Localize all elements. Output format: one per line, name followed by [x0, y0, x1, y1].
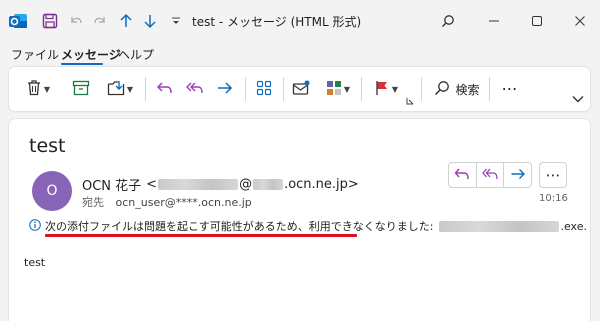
expand-ribbon-button[interactable]: [569, 77, 587, 121]
highlight-underline: [45, 234, 357, 237]
redacted-sender-subdomain: [253, 179, 284, 190]
avatar[interactable]: O: [32, 171, 72, 211]
ribbon-separator: [489, 77, 490, 101]
message-time: 10:16: [539, 193, 568, 204]
active-tab-indicator: [61, 63, 103, 65]
chevron-down-icon: ▼: [126, 84, 134, 94]
avatar-initial: O: [46, 183, 58, 199]
search-label: 検索: [455, 82, 480, 97]
outlook-icon: [8, 11, 28, 31]
message-subject: test: [29, 135, 66, 157]
archive-icon: [72, 80, 90, 99]
info-icon: [29, 218, 41, 234]
forward-button[interactable]: [213, 67, 237, 111]
reply-all-icon: [482, 167, 498, 184]
reply-button[interactable]: [153, 67, 177, 111]
sender-domain: .ocn.ne.jp>: [284, 177, 359, 192]
mark-unread-button[interactable]: [289, 67, 313, 111]
menu-message[interactable]: メッセージ: [61, 46, 121, 63]
redacted-attachment-name: [439, 220, 560, 232]
delete-icon: [26, 79, 42, 99]
sender-line[interactable]: OCN 花子 < @ .ocn.ne.jp>: [82, 175, 359, 194]
reply-action-group: [448, 162, 532, 188]
reply-all-icon: [186, 80, 204, 99]
ribbon-separator: [245, 77, 246, 101]
sender-at: @: [239, 177, 253, 192]
apps-icon: [256, 80, 272, 99]
move-button[interactable]: ▼: [101, 67, 139, 111]
to-address[interactable]: ocn_user@****.ocn.ne.jp: [116, 196, 252, 209]
previous-item-icon[interactable]: [116, 11, 136, 31]
ribbon: ▼ ▼ ▼ ▼ 検索 ⋯: [9, 67, 590, 111]
mark-unread-icon: [292, 80, 310, 99]
ribbon-separator: [145, 77, 146, 101]
more-icon: ⋯: [545, 166, 561, 184]
to-label: 宛先: [82, 196, 104, 209]
title-bar: test - メッセージ (HTML 形式): [0, 0, 600, 42]
chevron-down-icon: [572, 92, 584, 106]
more-icon: ⋯: [501, 79, 519, 98]
ribbon-separator: [283, 77, 284, 101]
more-commands-button[interactable]: ⋯: [497, 67, 523, 111]
launcher-icon: [406, 94, 414, 108]
categorize-button[interactable]: ▼: [319, 67, 357, 111]
reply-icon: [156, 80, 174, 99]
apps-button[interactable]: [251, 67, 277, 111]
redacted-sender-local: [158, 179, 239, 190]
attachment-warning: 次の添付ファイルは問題を起こす可能性があるため、利用できなくなりました: .ex…: [29, 218, 587, 234]
reply-icon: [454, 167, 470, 184]
move-icon: [107, 80, 125, 99]
close-icon[interactable]: [570, 11, 590, 31]
search-icon: [434, 80, 450, 99]
forward-icon: [216, 80, 234, 99]
message-body: test: [24, 256, 46, 269]
ribbon-group-launcher[interactable]: [405, 67, 415, 111]
window-title: test - メッセージ (HTML 形式): [192, 15, 362, 29]
chevron-down-icon: ▼: [43, 84, 51, 94]
attachment-warning-text: 次の添付ファイルは問題を起こす可能性があるため、利用できなくなりました:: [45, 220, 434, 233]
attachment-extension: .exe.: [560, 219, 587, 233]
categorize-icon: [326, 80, 342, 99]
next-item-icon[interactable]: [140, 11, 160, 31]
redo-icon[interactable]: [90, 11, 110, 31]
search-button[interactable]: 検索: [429, 67, 485, 111]
flag-icon: [374, 80, 390, 99]
ribbon-separator: [361, 77, 362, 101]
sender-bracket-open: <: [146, 177, 158, 192]
forward-icon: [510, 167, 526, 184]
more-actions-button[interactable]: ⋯: [539, 162, 567, 188]
save-icon[interactable]: [40, 11, 60, 31]
menu-file[interactable]: ファイル: [11, 46, 59, 63]
menu-help[interactable]: ヘルプ: [118, 46, 154, 63]
flag-button[interactable]: ▼: [367, 67, 405, 111]
customize-toolbar-icon[interactable]: [168, 11, 184, 31]
chevron-down-icon: ▼: [391, 84, 399, 94]
sender-name: OCN 花子: [82, 179, 142, 194]
reading-pane: test O OCN 花子 < @ .ocn.ne.jp> 宛先 ocn_use…: [9, 119, 590, 321]
delete-button[interactable]: ▼: [19, 67, 57, 111]
reply-all-button[interactable]: [477, 163, 505, 187]
chevron-down-icon: ▼: [343, 84, 351, 94]
undo-icon[interactable]: [66, 11, 86, 31]
ribbon-separator: [421, 77, 422, 101]
search-icon[interactable]: [438, 11, 458, 31]
reply-button[interactable]: [449, 163, 477, 187]
menu-bar: ファイル メッセージ ヘルプ: [0, 42, 600, 66]
forward-button[interactable]: [504, 163, 531, 187]
archive-button[interactable]: [69, 67, 93, 111]
minimize-icon[interactable]: [484, 11, 504, 31]
maximize-icon[interactable]: [527, 11, 547, 31]
recipient-line: 宛先 ocn_user@****.ocn.ne.jp: [82, 194, 252, 210]
reply-all-button[interactable]: [183, 67, 207, 111]
